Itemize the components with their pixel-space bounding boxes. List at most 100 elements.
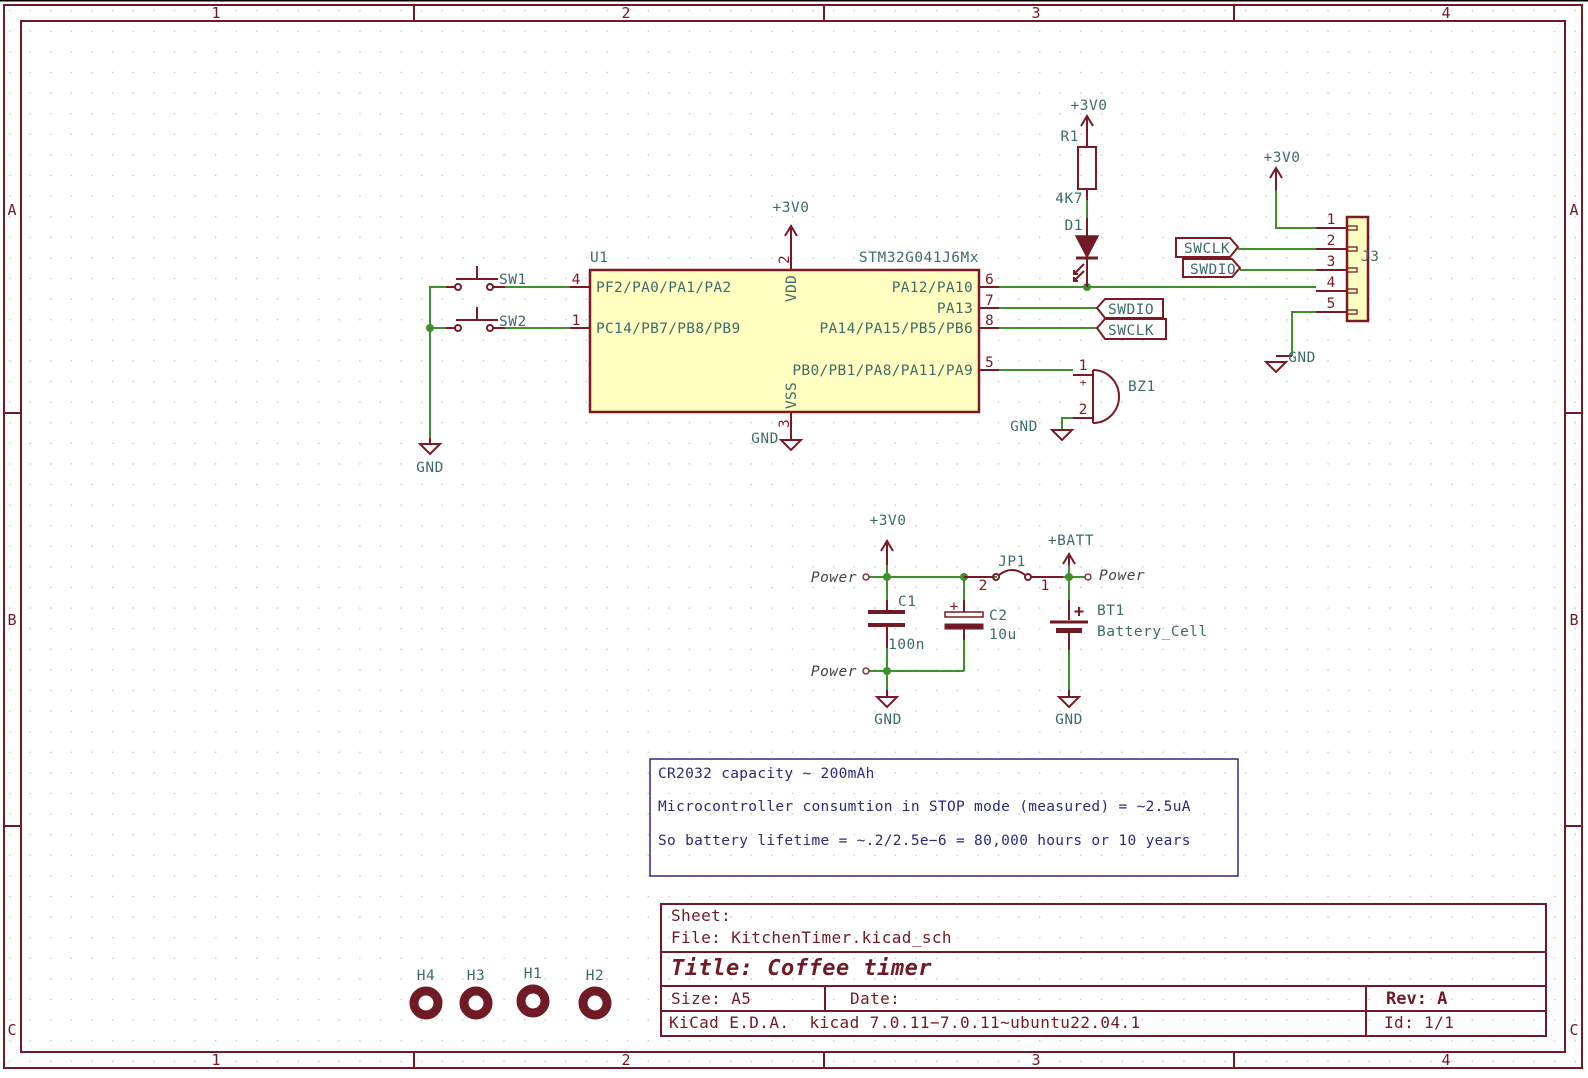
sheet-field: Sheet: [671, 906, 731, 925]
plus-marker: + [1074, 602, 1084, 622]
pin-number: 3 [777, 419, 793, 428]
swclk-label: SWCLK [1184, 241, 1230, 257]
pin-number: 6 [985, 272, 994, 288]
c2-value: 10u [989, 627, 1017, 643]
pin-number: 2 [1079, 402, 1088, 418]
date-field: Date: [850, 989, 900, 1008]
row-label-left: B [7, 611, 16, 629]
swdio-label: SWDIO [1190, 262, 1236, 278]
hole-ref: H3 [467, 968, 485, 984]
hole-ref: H2 [586, 968, 604, 984]
gnd-label: GND [1010, 419, 1038, 435]
pin-number: 8 [985, 313, 994, 329]
pin-number: 1 [1079, 358, 1088, 374]
bt1-value: Battery_Cell [1097, 624, 1208, 640]
pin-name: PA12/PA10 [892, 280, 973, 296]
column-label-top: 2 [621, 4, 630, 22]
batt-label: +BATT [1048, 533, 1094, 549]
gnd-label: GND [1288, 350, 1316, 366]
gnd-label: GND [416, 460, 444, 476]
r1-ref: R1 [1061, 129, 1079, 145]
row-label-right: B [1569, 611, 1578, 629]
column-label-bottom: 4 [1441, 1051, 1450, 1069]
column-label-top: 1 [211, 4, 220, 22]
mcu-u1[interactable]: U1 STM32G041J6Mx 4 1 PF2/PA0/PA1/PA2 PC1… [570, 250, 999, 440]
grid [0, 0, 1588, 1073]
bz1-ref: BZ1 [1128, 379, 1156, 395]
tool-field: KiCad E.D.A. kicad 7.0.11−7.0.11~ubuntu2… [669, 1013, 1141, 1032]
swclk-label: SWCLK [1108, 323, 1154, 339]
d1-ref: D1 [1065, 218, 1083, 234]
power-label: +3V0 [1071, 98, 1108, 114]
jp1-ref: JP1 [998, 554, 1026, 570]
c1-ref: C1 [898, 594, 916, 610]
global-label-swclk-j3[interactable]: SWCLK [1175, 237, 1240, 258]
pin-number: 5 [1327, 296, 1336, 312]
pin-name: VDD [784, 275, 800, 302]
pin-name: PC14/PB7/PB8/PB9 [596, 321, 740, 337]
plus-marker: + [950, 599, 959, 615]
power-flag-label: Power [811, 664, 857, 680]
column-label-bottom: 1 [211, 1051, 220, 1069]
power-flag-label: Power [1099, 568, 1145, 584]
id-field: Id: 1/1 [1384, 1013, 1454, 1032]
pin-number: 5 [985, 355, 994, 371]
gnd-label: GND [874, 712, 902, 728]
pin-name: PA14/PA15/PB5/PB6 [819, 321, 973, 337]
pin-number: 1 [1041, 578, 1050, 594]
pin-number: 2 [979, 578, 988, 594]
row-label-right: A [1569, 201, 1578, 219]
pin-number: 4 [572, 272, 581, 288]
pin-name: PF2/PA0/PA1/PA2 [596, 280, 731, 296]
size-field: Size: A5 [671, 989, 751, 1008]
pin-number: 2 [777, 255, 793, 264]
r1-value: 4K7 [1055, 191, 1083, 207]
column-label-bottom: 3 [1031, 1051, 1040, 1069]
plus-marker: + [1080, 376, 1087, 389]
row-label-left: A [7, 201, 16, 219]
pin-number: 1 [1327, 212, 1336, 228]
gnd-label: GND [1055, 712, 1083, 728]
pin-name: VSS [784, 382, 800, 409]
swdio-label: SWDIO [1108, 302, 1154, 318]
column-label-bottom: 2 [621, 1051, 630, 1069]
c2-ref: C2 [989, 608, 1007, 624]
sw2-ref: SW2 [499, 314, 527, 330]
bt1-ref: BT1 [1097, 603, 1125, 619]
gnd-label: GND [751, 431, 779, 447]
pin-name: PA13 [937, 301, 973, 317]
global-label-swdio-j3[interactable]: SWDIO [1182, 258, 1242, 278]
hole-ref: H4 [417, 968, 435, 984]
pin-number: 4 [1327, 275, 1336, 291]
junction [426, 324, 434, 332]
power-label: +3V0 [870, 513, 907, 529]
sw1-ref: SW1 [499, 272, 527, 288]
pin-number: 7 [985, 293, 994, 309]
pin-number: 1 [572, 313, 581, 329]
file-field: File: KitchenTimer.kicad_sch [671, 928, 952, 947]
u1-ref: U1 [590, 250, 608, 266]
j3-ref: J3 [1361, 249, 1379, 265]
pin-number: 3 [1327, 254, 1336, 270]
c1-value: 100n [888, 637, 925, 653]
schematic-canvas[interactable]: 1 2 3 4 1 2 3 4 A B C A B C SW1 SW2 GND … [0, 0, 1588, 1073]
power-label: +3V0 [773, 200, 810, 216]
title-field: Title: Coffee timer [671, 956, 932, 981]
u1-value: STM32G041J6Mx [859, 250, 979, 266]
row-label-right: C [1569, 1021, 1578, 1039]
pin-name: PB0/PB1/PA8/PA11/PA9 [792, 363, 973, 379]
note-line: So battery lifetime = ~.2/2.5e−6 = 80,00… [658, 833, 1191, 849]
column-label-top: 3 [1031, 4, 1040, 22]
power-flag-label: Power [811, 570, 857, 586]
junction [1065, 573, 1073, 581]
note-line: CR2032 capacity ~ 200mAh [658, 766, 875, 782]
hole-ref: H1 [524, 966, 542, 982]
column-label-top: 4 [1441, 4, 1450, 22]
power-label: +3V0 [1264, 150, 1301, 166]
junction [883, 667, 891, 675]
junction [883, 573, 891, 581]
note-line: Microcontroller consumtion in STOP mode … [658, 799, 1191, 815]
rev-field: Rev: A [1386, 989, 1447, 1009]
row-label-left: C [7, 1021, 16, 1039]
pin-number: 2 [1327, 233, 1336, 249]
